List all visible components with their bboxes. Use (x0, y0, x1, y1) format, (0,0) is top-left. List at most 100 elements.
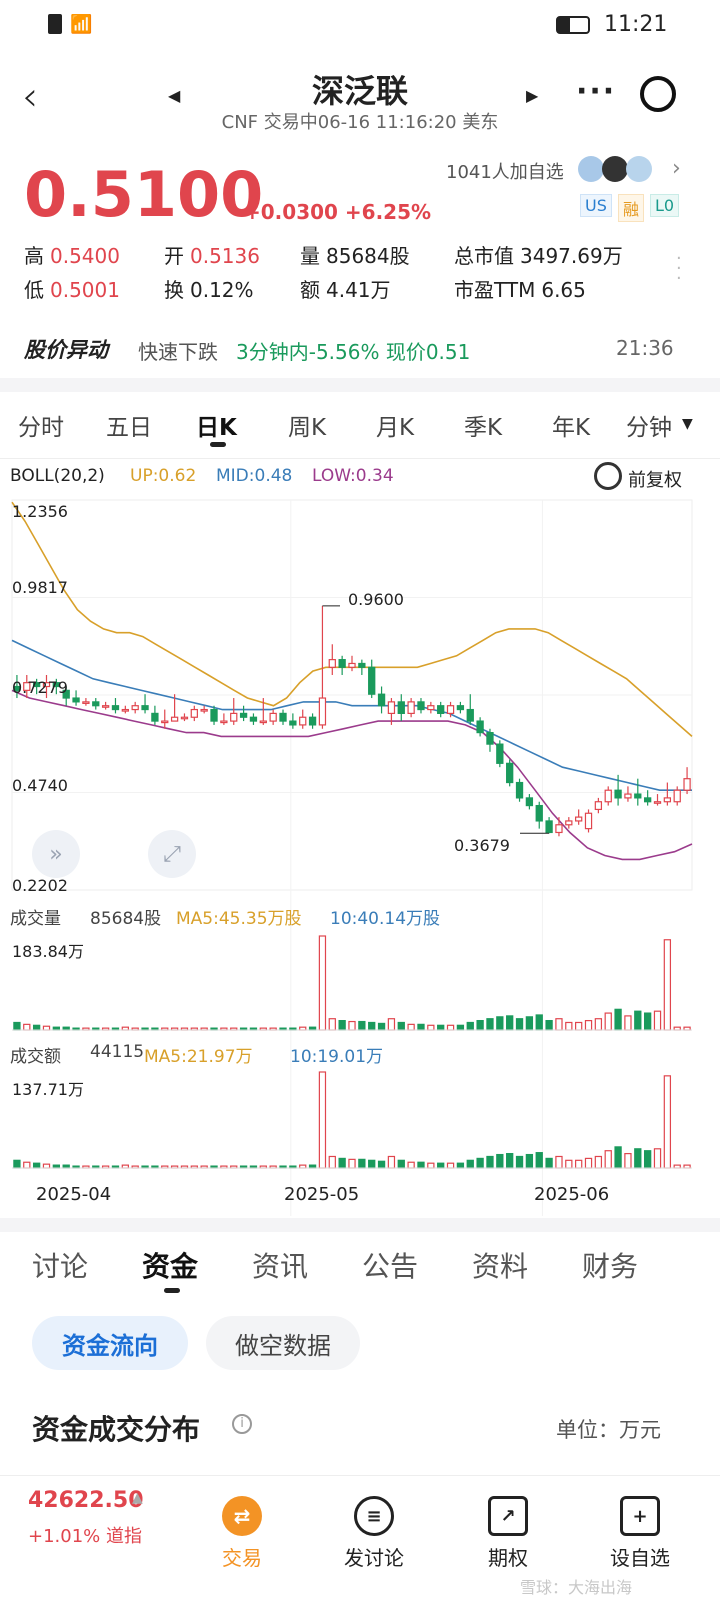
chevron-right-icon[interactable]: › (672, 156, 681, 181)
candle-body (555, 824, 563, 834)
nav-label: 期权 (488, 1546, 528, 1570)
candle-body (141, 705, 149, 711)
index-value[interactable]: 42622.50 (28, 1488, 144, 1513)
search-icon[interactable] (640, 76, 676, 112)
triangle-up-icon: ▲ (132, 1490, 143, 1506)
divider (0, 1218, 720, 1232)
amount-bar (486, 1155, 494, 1169)
subtab-short-data[interactable]: 做空数据 (206, 1316, 360, 1370)
candle-body (210, 708, 218, 722)
info-icon[interactable]: i (232, 1414, 252, 1434)
amount-bar (32, 1162, 41, 1169)
stat-label: 低 (24, 278, 44, 302)
stat-item: 开 0.5136 (164, 240, 260, 269)
stat-label: 总市值 (454, 244, 514, 268)
candle-body (545, 820, 553, 834)
amount-bar (535, 1152, 543, 1169)
period-tab[interactable]: 分时 (18, 408, 64, 442)
period-tab[interactable]: 分钟 (626, 408, 672, 442)
price: 0.5100 (24, 158, 264, 231)
volume-bar (515, 1018, 524, 1031)
info-tab[interactable]: 讨论 (32, 1245, 88, 1285)
stat-value: 0.5400 (50, 244, 120, 268)
amount-bar (318, 1071, 327, 1169)
amount-bar (397, 1159, 405, 1169)
nav-options[interactable]: ↗ 期权 (458, 1496, 558, 1571)
period-tab[interactable]: 五日 (106, 408, 152, 442)
amount-bar (643, 1150, 652, 1169)
candle-body (111, 705, 120, 711)
amount-bar (328, 1155, 336, 1169)
date-tick: 2025-06 (534, 1184, 610, 1205)
volume-bar (377, 1022, 386, 1031)
info-tab[interactable]: 财务 (582, 1245, 638, 1285)
wifi-icon: 📶 (70, 14, 93, 35)
volume-bar (417, 1023, 425, 1031)
candle-body (575, 816, 583, 822)
candle-body (653, 801, 662, 804)
info-tab[interactable]: 资料 (472, 1245, 528, 1285)
candle-body (299, 716, 307, 726)
period-tab[interactable]: 年K (552, 408, 590, 442)
subtab-fund-flow[interactable]: 资金流向 (32, 1316, 188, 1370)
period-tab[interactable]: 周K (288, 408, 326, 442)
volume-bar (338, 1019, 346, 1031)
period-tab[interactable]: 月K (376, 408, 414, 442)
amount-bar (358, 1158, 366, 1169)
info-tab[interactable]: 公告 (362, 1245, 418, 1285)
candle-body (308, 716, 317, 726)
volume-bar (584, 1019, 593, 1031)
volume-bar (653, 1010, 662, 1031)
caret-down-icon[interactable]: ▼ (682, 416, 693, 432)
amount-bar (348, 1158, 356, 1169)
options-chart-icon: ↗ (488, 1496, 528, 1536)
more-vertical-icon[interactable]: · · · (676, 250, 682, 288)
section-unit: 单位：万元 (556, 1418, 661, 1442)
stat-item: 低 0.5001 (24, 274, 120, 303)
alert-time: 21:36 (616, 336, 674, 360)
volume-bar (23, 1023, 31, 1031)
stat-label: 高 (24, 244, 44, 268)
stat-item: 量 85684股 (300, 240, 410, 269)
expand-left-icon[interactable]: » (32, 830, 80, 878)
info-tabs: 讨论 资金 资讯 公告 资料 财务 (0, 1245, 720, 1305)
candle-body (121, 708, 129, 712)
info-tab[interactable]: 资讯 (252, 1245, 308, 1285)
top-nav: ‹ ◀ 深泛联 CNF 交易中06-16 11:16:20 美东 ▶ ··· (0, 60, 720, 140)
fullscreen-icon[interactable]: ⤢ (148, 830, 196, 878)
candle-body (239, 712, 248, 718)
more-icon[interactable]: ··· (576, 74, 616, 109)
avatar (578, 156, 604, 182)
period-tab[interactable]: 季K (464, 408, 502, 442)
candle-body (515, 781, 524, 799)
adjust-toggle[interactable]: 前复权 (628, 466, 682, 492)
avatar (626, 156, 652, 182)
nav-discuss[interactable]: ≡ 发讨论 (324, 1496, 424, 1571)
avatar (602, 156, 628, 182)
settings-icon[interactable] (594, 462, 622, 490)
volume-bar (368, 1021, 376, 1031)
nav-add-watchlist[interactable]: + 设自选 (590, 1496, 690, 1571)
period-tab[interactable]: 日K (196, 408, 237, 442)
price-tick: 0.4740 (12, 776, 68, 795)
next-stock-icon[interactable]: ▶ (526, 86, 538, 105)
stat-value: 3497.69万 (520, 244, 623, 268)
status-bar: 📶 11:21 (0, 0, 720, 48)
amount-value: 44115 (90, 1042, 145, 1062)
volume-bar (575, 1021, 583, 1031)
volume-bar (614, 1008, 622, 1031)
candle-body (663, 797, 672, 803)
nav-trade[interactable]: ⇄ 交易 (192, 1496, 292, 1571)
watchers-count[interactable]: 1041人加自选 (446, 158, 564, 184)
info-tab[interactable]: 资金 (142, 1245, 198, 1285)
divider (0, 458, 720, 459)
amount-bar (604, 1150, 612, 1169)
candle-body (446, 705, 455, 714)
candle-body (230, 712, 238, 722)
amount-bar (42, 1163, 51, 1169)
low-annotation: 0.3679 (454, 836, 510, 855)
price-tick: 0.7279 (12, 678, 68, 697)
volume-bar (446, 1024, 455, 1031)
period-tabs: 分时 五日 日K 周K 月K 季K 年K 分钟 ▼ (0, 398, 720, 458)
amount-bar (624, 1152, 632, 1169)
